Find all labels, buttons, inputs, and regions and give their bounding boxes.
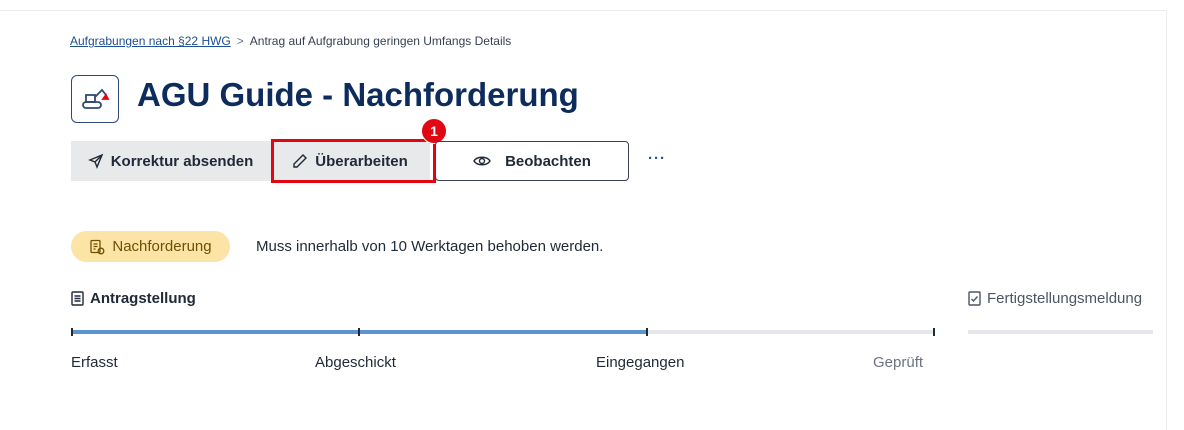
more-options-button[interactable]: ··· (648, 150, 666, 167)
send-icon (87, 153, 104, 169)
document-icon (71, 291, 84, 306)
right-divider (1166, 10, 1167, 430)
progress-track (71, 328, 935, 336)
document-check-icon (968, 291, 981, 306)
section-antragstellung-label: Antragstellung (90, 290, 196, 307)
beobachten-button[interactable]: Beobachten (435, 141, 629, 181)
ueberarbeiten-label: Überarbeiten (315, 152, 408, 170)
status-badge-label: Nachforderung (112, 238, 212, 255)
excavator-icon (71, 75, 119, 123)
breadcrumb-link[interactable]: Aufgrabungen nach §22 HWG (70, 34, 231, 48)
status-badge: Nachforderung (71, 231, 230, 262)
section-antragstellung: Antragstellung (71, 290, 196, 307)
top-divider (0, 10, 1166, 11)
step-erfasst: Erfasst (71, 354, 118, 371)
progress-tick (358, 328, 360, 336)
beobachten-label: Beobachten (505, 152, 591, 170)
section-fertigstellungsmeldung-label: Fertigstellungsmeldung (987, 290, 1143, 307)
page-title: AGU Guide - Nachforderung (137, 76, 579, 113)
progress-tick (933, 328, 935, 336)
step-geprueft: Geprüft (873, 354, 924, 371)
step-eingegangen: Eingegangen (596, 354, 685, 371)
step-abgeschickt: Abgeschickt (315, 354, 396, 371)
breadcrumb-current: Antrag auf Aufgrabung geringen Umfangs D… (249, 34, 512, 48)
breadcrumb-separator: > (236, 34, 244, 48)
korrektur-absenden-label: Korrektur absenden (110, 152, 254, 170)
eye-icon (473, 156, 491, 166)
section-fertigstellungsmeldung: Fertigstellungsmeldung (968, 290, 1142, 307)
progress-tick (71, 328, 73, 336)
status-message: Muss innerhalb von 10 Werktagen behoben … (256, 238, 604, 255)
progress-track-next (968, 330, 1153, 334)
document-status-icon (90, 239, 105, 254)
breadcrumb: Aufgrabungen nach §22 HWG > Antrag auf Auf… (70, 34, 511, 48)
pencil-icon (293, 154, 308, 168)
progress-tick (646, 328, 648, 336)
ueberarbeiten-button[interactable]: Überarbeiten (270, 141, 430, 181)
korrektur-absenden-button[interactable]: Korrektur absenden (71, 141, 270, 181)
